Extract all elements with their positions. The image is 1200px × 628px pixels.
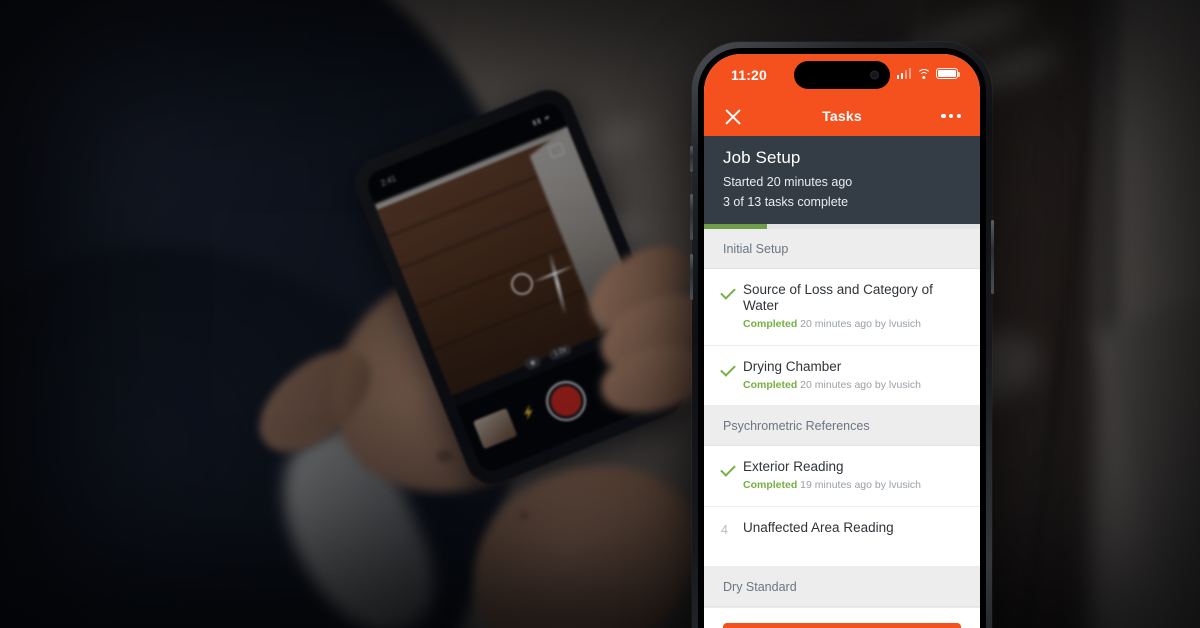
task-status: Completed: [743, 318, 798, 331]
check-glyph: [720, 461, 736, 478]
job-header: Job Setup Started 20 minutes ago 3 of 13…: [704, 136, 980, 224]
silent-switch[interactable]: [690, 146, 693, 172]
job-title: Job Setup: [723, 148, 801, 167]
task-row[interactable]: Drying Chamber Completed 20 minutes ago b…: [704, 345, 980, 407]
check-glyph: [720, 283, 736, 300]
nav-bar: Tasks: [704, 98, 980, 136]
front-camera-icon: [870, 70, 879, 80]
task-timestamp: 20 minutes ago by lvusich: [797, 318, 921, 331]
task-meta: Completed 20 minutes ago by lvusich: [743, 379, 961, 393]
page-title: Tasks: [822, 108, 862, 124]
task-meta: Completed 19 minutes ago by lvusich: [743, 479, 961, 493]
task-name: Exterior Reading: [743, 459, 844, 475]
battery-icon: [936, 68, 961, 79]
task-status: Completed: [743, 479, 798, 492]
wifi-icon: [916, 68, 931, 79]
task-number: 4: [721, 520, 743, 539]
check-glyph: [720, 361, 736, 377]
status-bar: 11:20: [704, 54, 980, 98]
phone-mockup: 11:20 Tasks Job Setup Started 20 minutes…: [690, 42, 994, 628]
check-icon: [720, 459, 743, 478]
status-bar-time: 11:20: [731, 67, 768, 83]
power-button[interactable]: [991, 220, 994, 294]
section-header: Initial Setup: [704, 228, 980, 269]
check-icon: [720, 359, 743, 378]
volume-down-button[interactable]: [690, 254, 693, 300]
cta-container: Complete: [704, 606, 980, 628]
task-row[interactable]: Source of Loss and Category of Water Comp…: [704, 268, 980, 346]
section-header: Psychrometric References: [704, 406, 980, 447]
check-icon: [720, 282, 743, 301]
section-header: Dry Standard: [704, 566, 980, 607]
volume-up-button[interactable]: [690, 194, 693, 240]
background-photo: 2:41 ▮▮ ▰ ◉ 1.0x: [0, 0, 1200, 628]
task-body: Unaffected Area Reading: [743, 520, 961, 537]
photo-vignette: [0, 0, 1200, 628]
task-status: Completed: [743, 378, 798, 391]
task-body: Source of Loss and Category of Water Comp…: [743, 282, 961, 332]
task-list: Initial Setup Source of Loss and Category…: [704, 228, 980, 607]
signal-icon: [896, 68, 911, 79]
task-name: Source of Loss and Category of Water: [743, 281, 933, 314]
more-options-icon[interactable]: [941, 114, 961, 119]
dynamic-island: [794, 61, 890, 89]
task-timestamp: 20 minutes ago by lvusich: [797, 378, 921, 391]
task-timestamp: 19 minutes ago by lvusich: [797, 479, 921, 492]
task-body: Drying Chamber Completed 20 minutes ago b…: [743, 359, 961, 393]
task-name: Drying Chamber: [743, 358, 842, 374]
job-started-text: Started 20 minutes ago: [723, 175, 853, 189]
task-meta: Completed 20 minutes ago by lvusich: [743, 318, 961, 332]
status-bar-icons: [896, 68, 961, 79]
task-body: Exterior Reading Completed 19 minutes ago…: [743, 459, 961, 493]
task-row[interactable]: 4 Unaffected Area Reading: [704, 506, 980, 567]
phone-screen: 11:20 Tasks Job Setup Started 20 minutes…: [704, 54, 980, 628]
complete-button[interactable]: Complete: [723, 622, 961, 628]
task-name: Unaffected Area Reading: [743, 519, 894, 535]
job-progress-text: 3 of 13 tasks complete: [723, 195, 849, 210]
task-row[interactable]: Exterior Reading Completed 19 minutes ago…: [704, 446, 980, 507]
task-number-label: 4: [721, 522, 728, 537]
promo-image: 2:41 ▮▮ ▰ ◉ 1.0x: [0, 0, 1200, 628]
